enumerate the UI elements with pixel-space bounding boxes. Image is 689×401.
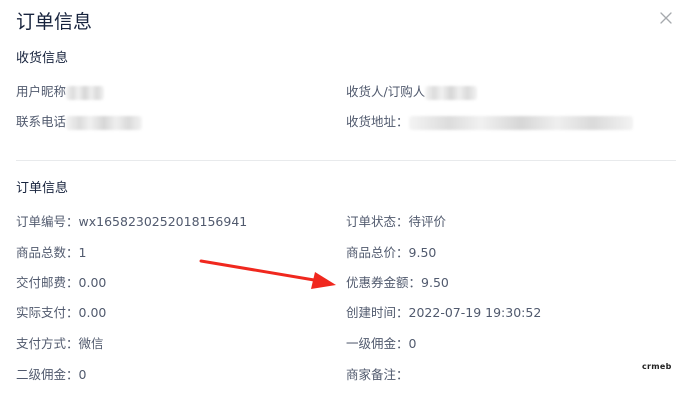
field-total-items-label: 商品总数：	[16, 245, 79, 260]
field-address-label: 收货地址：	[346, 114, 409, 129]
field-order-no-label: 订单编号：	[16, 214, 79, 229]
field-address: 收货地址：	[346, 113, 633, 131]
close-icon	[660, 12, 672, 24]
redacted-nickname	[66, 85, 105, 100]
field-phone-label: 联系电话	[16, 114, 67, 129]
field-pay-method-label: 支付方式：	[16, 336, 79, 351]
field-phone: 联系电话	[16, 113, 143, 131]
annotation-arrow-icon	[199, 259, 336, 289]
redacted-receiver	[425, 85, 478, 100]
field-level1-commission-value: 0	[408, 336, 417, 351]
dialog-title: 订单信息	[16, 11, 93, 33]
field-total-items: 商品总数：1	[16, 244, 86, 262]
redacted-address	[408, 115, 633, 130]
field-paid: 实际支付：0.00	[16, 304, 106, 322]
field-total-items-value: 1	[78, 245, 87, 260]
crmeb-watermark: crmeb	[642, 362, 672, 371]
field-order-status: 订单状态：待评价	[346, 213, 446, 231]
field-created-time-value: 2022-07-19 19:30:52	[408, 305, 542, 320]
field-total-price: 商品总价：9.50	[346, 244, 436, 262]
field-receiver-label: 收货人/订购人	[346, 84, 426, 99]
section-divider	[16, 160, 676, 161]
field-total-price-label: 商品总价：	[346, 245, 409, 260]
field-receiver: 收货人/订购人	[346, 83, 478, 101]
section-title-order: 订单信息	[16, 181, 69, 196]
field-order-status-label: 订单状态：	[346, 214, 409, 229]
field-order-no: 订单编号：wx1658230252018156941	[16, 213, 247, 231]
field-created-time: 创建时间：2022-07-19 19:30:52	[346, 304, 541, 322]
field-level1-commission: 一级佣金：0	[346, 335, 416, 353]
field-level2-commission-label: 二级佣金：	[16, 367, 79, 382]
field-shipping-fee: 交付邮费：0.00	[16, 274, 106, 292]
field-created-time-label: 创建时间：	[346, 305, 409, 320]
field-level2-commission-value: 0	[78, 367, 87, 382]
field-coupon-value: 9.50	[421, 275, 449, 290]
field-paid-value: 0.00	[78, 305, 107, 320]
section-title-shipping: 收货信息	[16, 51, 69, 66]
field-coupon-label: 优惠券金额：	[346, 275, 422, 290]
close-button[interactable]	[654, 6, 678, 30]
field-shipping-fee-value: 0.00	[78, 275, 107, 290]
field-nickname-label: 用户昵称	[16, 84, 67, 99]
redacted-phone	[66, 115, 143, 130]
field-paid-label: 实际支付：	[16, 305, 79, 320]
field-pay-method-value: 微信	[78, 336, 104, 351]
field-level1-commission-label: 一级佣金：	[346, 336, 409, 351]
field-nickname: 用户昵称	[16, 83, 105, 101]
field-merchant-note: 商家备注：	[346, 366, 409, 384]
field-shipping-fee-label: 交付邮费：	[16, 275, 79, 290]
field-merchant-note-label: 商家备注：	[346, 367, 409, 382]
field-level2-commission: 二级佣金：0	[16, 366, 86, 384]
field-pay-method: 支付方式：微信	[16, 335, 104, 353]
field-total-price-value: 9.50	[408, 245, 437, 260]
field-order-no-value: wx1658230252018156941	[78, 214, 248, 229]
field-order-status-value: 待评价	[408, 214, 447, 229]
field-coupon: 优惠券金额：9.50	[346, 274, 449, 292]
